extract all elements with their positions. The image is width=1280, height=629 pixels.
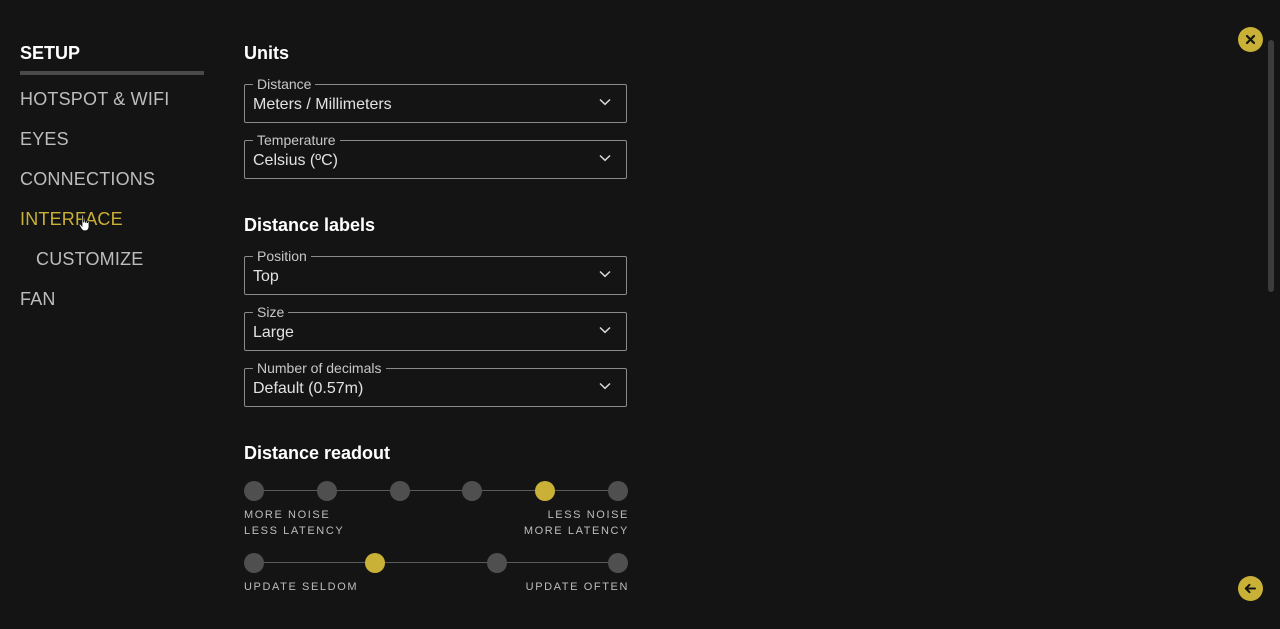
slider-track: [254, 562, 618, 563]
chevron-down-icon: [599, 326, 611, 334]
sidebar-item-fan[interactable]: FAN: [20, 279, 204, 319]
noise-slider-step-4[interactable]: [462, 481, 483, 501]
sidebar-item-eyes[interactable]: EYES: [20, 119, 204, 159]
section-title-units: Units: [244, 43, 289, 63]
noise-slider-right-label-1: LESS NOISE: [547, 509, 629, 521]
update-slider-step-2[interactable]: [365, 553, 386, 573]
temperature-unit-label: Temperature: [253, 132, 340, 148]
noise-slider-left-label-2: LESS LATENCY: [244, 525, 345, 537]
section-title-distance-readout: Distance readout: [244, 443, 391, 463]
chevron-down-icon: [599, 382, 611, 390]
update-slider-step-1[interactable]: [244, 553, 264, 573]
label-position-label: Position: [253, 248, 311, 264]
update-slider-left-label: UPDATE SELDOM: [244, 581, 359, 593]
chevron-down-icon: [599, 154, 611, 162]
update-slider-step-4[interactable]: [608, 553, 628, 573]
distance-unit-value: Meters / Millimeters: [253, 96, 392, 113]
label-size-select[interactable]: Size Large: [244, 304, 627, 351]
hand-cursor-icon: [78, 214, 90, 232]
distance-unit-label: Distance: [253, 76, 316, 92]
sidebar-item-hotspot-wifi[interactable]: HOTSPOT & WIFI: [20, 79, 204, 119]
sidebar-item-customize[interactable]: CUSTOMIZE: [20, 239, 204, 279]
back-button[interactable]: [1238, 576, 1263, 601]
noise-slider-step-3[interactable]: [389, 481, 410, 501]
close-button[interactable]: [1238, 27, 1263, 52]
close-icon: [1245, 34, 1256, 45]
sidebar-item-connections[interactable]: CONNECTIONS: [20, 159, 204, 199]
settings-page: SETUP HOTSPOT & WIFI EYES CONNECTIONS IN…: [0, 0, 1280, 629]
chevron-down-icon: [599, 98, 611, 106]
noise-slider-step-6[interactable]: [608, 481, 628, 501]
arrow-left-icon: [1244, 583, 1256, 594]
update-rate-slider[interactable]: [244, 552, 628, 574]
label-position-select[interactable]: Position Top: [244, 248, 627, 295]
update-slider-right-label: UPDATE OFTEN: [525, 581, 629, 593]
temperature-unit-value: Celsius (ºC): [253, 152, 338, 169]
decimals-select[interactable]: Number of decimals Default (0.57m): [244, 360, 627, 407]
noise-slider-left-label-1: MORE NOISE: [244, 509, 331, 521]
decimals-value: Default (0.57m): [253, 380, 364, 397]
sidebar-item-interface[interactable]: INTERFACE: [20, 199, 204, 239]
noise-latency-slider[interactable]: [244, 480, 628, 502]
label-position-value: Top: [253, 268, 279, 285]
label-size-value: Large: [253, 324, 294, 341]
label-size-label: Size: [253, 304, 289, 320]
update-slider-step-3[interactable]: [486, 553, 507, 573]
decimals-label: Number of decimals: [253, 360, 386, 376]
slider-track: [254, 490, 618, 491]
sidebar: SETUP HOTSPOT & WIFI EYES CONNECTIONS IN…: [20, 40, 204, 319]
distance-unit-select[interactable]: Distance Meters / Millimeters: [244, 76, 627, 123]
scrollbar[interactable]: [1268, 40, 1274, 292]
noise-slider-step-2[interactable]: [316, 481, 337, 501]
noise-slider-right-label-2: MORE LATENCY: [523, 525, 629, 537]
noise-slider-step-1[interactable]: [244, 481, 264, 501]
section-title-distance-labels: Distance labels: [244, 215, 376, 235]
temperature-unit-select[interactable]: Temperature Celsius (ºC): [244, 132, 627, 179]
noise-slider-step-5[interactable]: [535, 481, 556, 501]
sidebar-header-setup[interactable]: SETUP: [20, 40, 204, 75]
chevron-down-icon: [599, 270, 611, 278]
